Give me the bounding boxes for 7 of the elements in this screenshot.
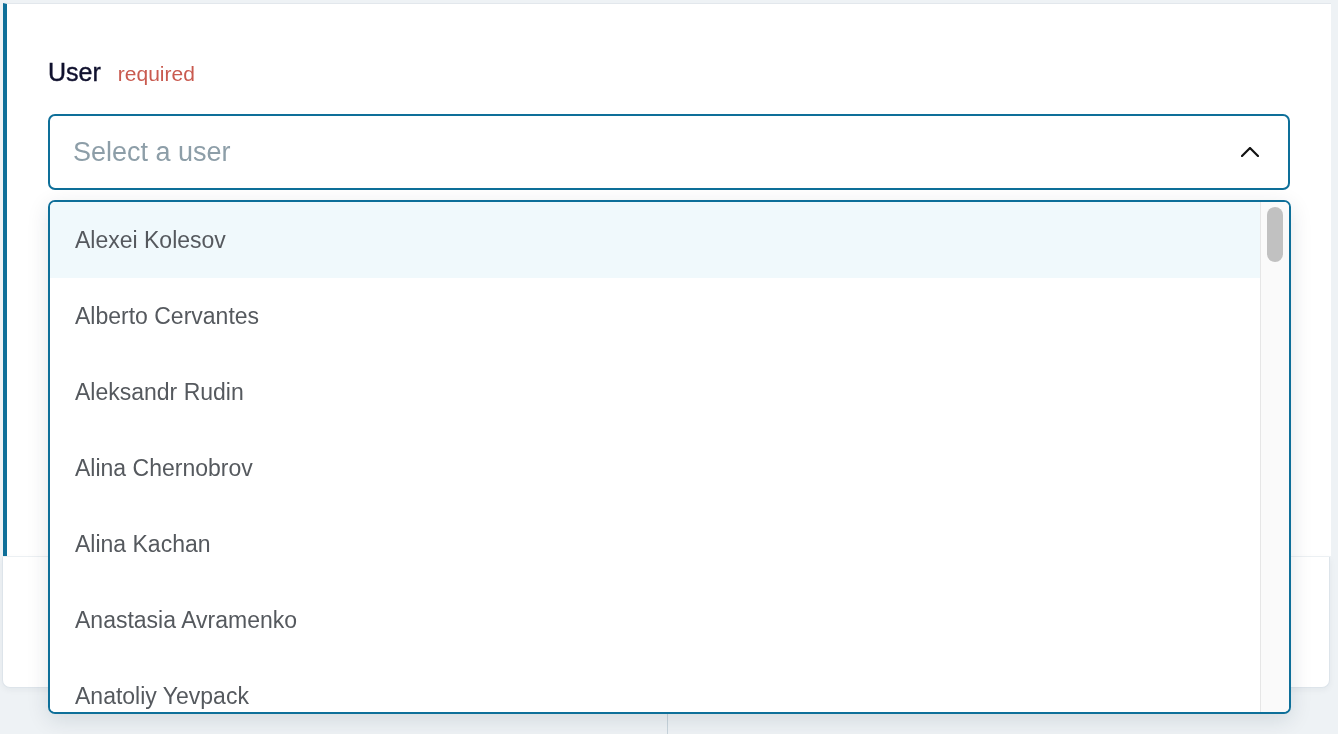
dropdown-option[interactable]: Alexei Kolesov [50, 202, 1260, 278]
required-note: required [117, 61, 195, 87]
field-label: User [48, 57, 101, 87]
caret-icon [1241, 147, 1259, 157]
scrollbar[interactable] [1260, 202, 1289, 712]
scrollbar-thumb[interactable] [1267, 207, 1283, 262]
dropdown-option[interactable]: Anatoliy Yevpack [50, 658, 1260, 712]
